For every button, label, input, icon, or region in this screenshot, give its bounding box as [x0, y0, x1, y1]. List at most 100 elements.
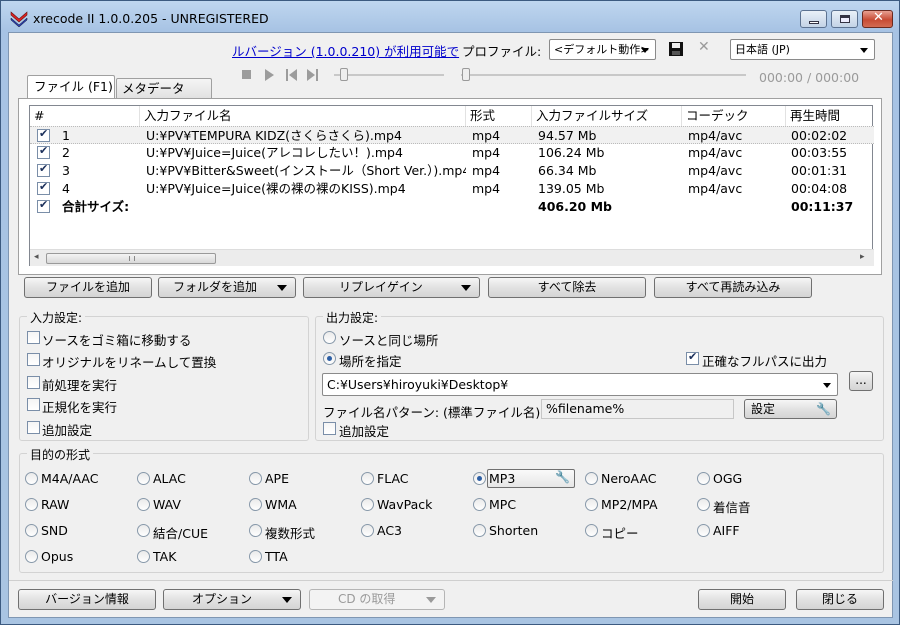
format-radio-opus[interactable]	[25, 550, 38, 563]
stop-icon[interactable]	[242, 70, 251, 79]
format-label-fmt-13[interactable]: 着信音	[713, 497, 751, 516]
column-header-size[interactable]: 入力ファイルサイズ	[532, 106, 682, 126]
next-icon[interactable]	[307, 69, 318, 81]
play-icon[interactable]	[265, 69, 274, 81]
scroll-right-icon[interactable]: ▸	[860, 252, 865, 262]
format-radio-snd[interactable]	[25, 524, 38, 537]
format-label-fmt-19[interactable]: コピー	[601, 523, 639, 542]
volume-track[interactable]	[334, 74, 444, 76]
format-label-fmt-16[interactable]: 複数形式	[265, 523, 315, 542]
format-label-ac3[interactable]: AC3	[377, 523, 402, 538]
column-header-format[interactable]: 形式	[466, 106, 532, 126]
checkbox-rename-original[interactable]	[27, 353, 40, 366]
column-header-duration[interactable]: 再生時間	[786, 106, 874, 126]
total-checkbox[interactable]	[37, 198, 50, 213]
format-radio-wavpack[interactable]	[361, 498, 374, 511]
profile-select[interactable]: <デフォルト動作>	[549, 39, 656, 60]
row-checkbox[interactable]	[37, 144, 50, 159]
format-label-ape[interactable]: APE	[265, 471, 289, 486]
format-label-mp3[interactable]: MP3	[489, 471, 515, 486]
format-label-shorten[interactable]: Shorten	[489, 523, 538, 538]
format-radio-mp2-mpa[interactable]	[585, 498, 598, 511]
format-radio-tak[interactable]	[137, 550, 150, 563]
format-label-tta[interactable]: TTA	[265, 549, 288, 564]
format-radio-ac3[interactable]	[361, 524, 374, 537]
format-radio-cue[interactable]	[137, 524, 150, 537]
replaygain-button[interactable]: リプレイゲイン	[303, 277, 480, 298]
column-header-filename[interactable]: 入力ファイル名	[140, 106, 466, 126]
preprocess-label[interactable]: 前処理を実行	[42, 375, 117, 394]
table-row[interactable]: 4 U:¥PV¥Juice=Juice(裸の裸の裸のKISS).mp4 mp4 …	[30, 180, 874, 198]
reload-all-button[interactable]: すべて再読み込み	[654, 277, 812, 298]
format-radio-raw[interactable]	[25, 498, 38, 511]
close-window-button[interactable]: ✕	[862, 10, 893, 28]
title-bar[interactable]: xrecode II 1.0.0.205 - UNREGISTERED ✕	[1, 1, 899, 35]
format-label-wma[interactable]: WMA	[265, 497, 297, 512]
normalize-label[interactable]: 正規化を実行	[42, 397, 117, 416]
row-checkbox[interactable]	[37, 180, 50, 195]
format-radio-fmt-13[interactable]	[697, 498, 710, 511]
prev-icon[interactable]	[286, 69, 297, 81]
format-label-flac[interactable]: FLAC	[377, 471, 409, 486]
remove-all-button[interactable]: すべて除去	[488, 277, 646, 298]
add-folder-button[interactable]: フォルダを追加	[158, 277, 296, 298]
format-label-ogg[interactable]: OGG	[713, 471, 742, 486]
table-row[interactable]: 2 U:¥PV¥Juice=Juice(アレコレしたい！).mp4 mp4 10…	[30, 144, 874, 162]
format-label-cue[interactable]: 結合/CUE	[153, 523, 208, 542]
start-button[interactable]: 開始	[698, 589, 786, 610]
browse-button[interactable]: ...	[849, 371, 873, 391]
format-radio-ogg[interactable]	[697, 472, 710, 485]
output-path-select[interactable]: C:¥Users¥hiroyuki¥Desktop¥	[322, 373, 838, 396]
filename-pattern-input[interactable]: %filename%	[541, 399, 734, 419]
format-radio-wma[interactable]	[249, 498, 262, 511]
volume-slider-thumb[interactable]	[340, 68, 348, 81]
specify-location-label[interactable]: 場所を指定	[339, 351, 402, 370]
radio-specify-location[interactable]	[323, 352, 336, 365]
format-radio-mpc[interactable]	[473, 498, 486, 511]
format-radio-m4a-aac[interactable]	[25, 472, 38, 485]
pattern-settings-button[interactable]: 設定 🔧	[744, 399, 837, 419]
checkbox-output-extra[interactable]	[323, 422, 336, 435]
checkbox-input-extra[interactable]	[27, 421, 40, 434]
format-radio-flac[interactable]	[361, 472, 374, 485]
checkbox-preprocess[interactable]	[27, 376, 40, 389]
tab-files[interactable]: ファイル (F1)	[27, 75, 115, 99]
format-label-m4a-aac[interactable]: M4A/AAC	[41, 471, 98, 486]
output-extra-label[interactable]: 追加設定	[339, 421, 389, 440]
format-label-tak[interactable]: TAK	[153, 549, 176, 564]
input-extra-label[interactable]: 追加設定	[42, 420, 92, 439]
options-button[interactable]: オプション	[163, 589, 301, 610]
format-label-raw[interactable]: RAW	[41, 497, 69, 512]
column-header-number[interactable]: #	[30, 106, 140, 126]
format-label-neroaac[interactable]: NeroAAC	[601, 471, 657, 486]
same-as-source-label[interactable]: ソースと同じ場所	[339, 330, 438, 349]
radio-same-as-source[interactable]	[323, 331, 336, 344]
format-label-opus[interactable]: Opus	[41, 549, 73, 564]
update-available-link[interactable]: ルバージョン (1.0.0.210) が利用可能で	[232, 41, 459, 60]
format-radio-tta[interactable]	[249, 550, 262, 563]
format-radio-neroaac[interactable]	[585, 472, 598, 485]
table-row[interactable]: 3 U:¥PV¥Bitter&Sweet(インストール（Short Ver.）)…	[30, 162, 874, 180]
format-label-aiff[interactable]: AIFF	[713, 523, 740, 538]
checkbox-move-to-trash[interactable]	[27, 331, 40, 344]
format-radio-alac[interactable]	[137, 472, 150, 485]
format-radio-shorten[interactable]	[473, 524, 486, 537]
format-radio-wav[interactable]	[137, 498, 150, 511]
scroll-left-icon[interactable]: ◂	[34, 252, 39, 262]
seek-track[interactable]	[461, 74, 746, 76]
checkbox-normalize[interactable]	[27, 398, 40, 411]
language-select[interactable]: 日本語 (JP)	[730, 39, 875, 60]
format-label-wavpack[interactable]: WavPack	[377, 497, 432, 512]
column-header-codec[interactable]: コーデック	[682, 106, 786, 126]
format-radio-fmt-19[interactable]	[585, 524, 598, 537]
format-label-alac[interactable]: ALAC	[153, 471, 186, 486]
format-label-snd[interactable]: SND	[41, 523, 68, 538]
format-label-mp2-mpa[interactable]: MP2/MPA	[601, 497, 658, 512]
version-info-button[interactable]: バージョン情報	[18, 589, 156, 610]
row-checkbox[interactable]	[37, 162, 50, 177]
file-table[interactable]: # 入力ファイル名 形式 入力ファイルサイズ コーデック 再生時間 1 U:¥P…	[29, 105, 874, 266]
tab-metadata[interactable]: メタデータ (F2)	[116, 78, 212, 116]
minimize-button[interactable]	[800, 10, 827, 28]
row-checkbox[interactable]	[37, 127, 50, 142]
close-button[interactable]: 閉じる	[796, 589, 884, 610]
